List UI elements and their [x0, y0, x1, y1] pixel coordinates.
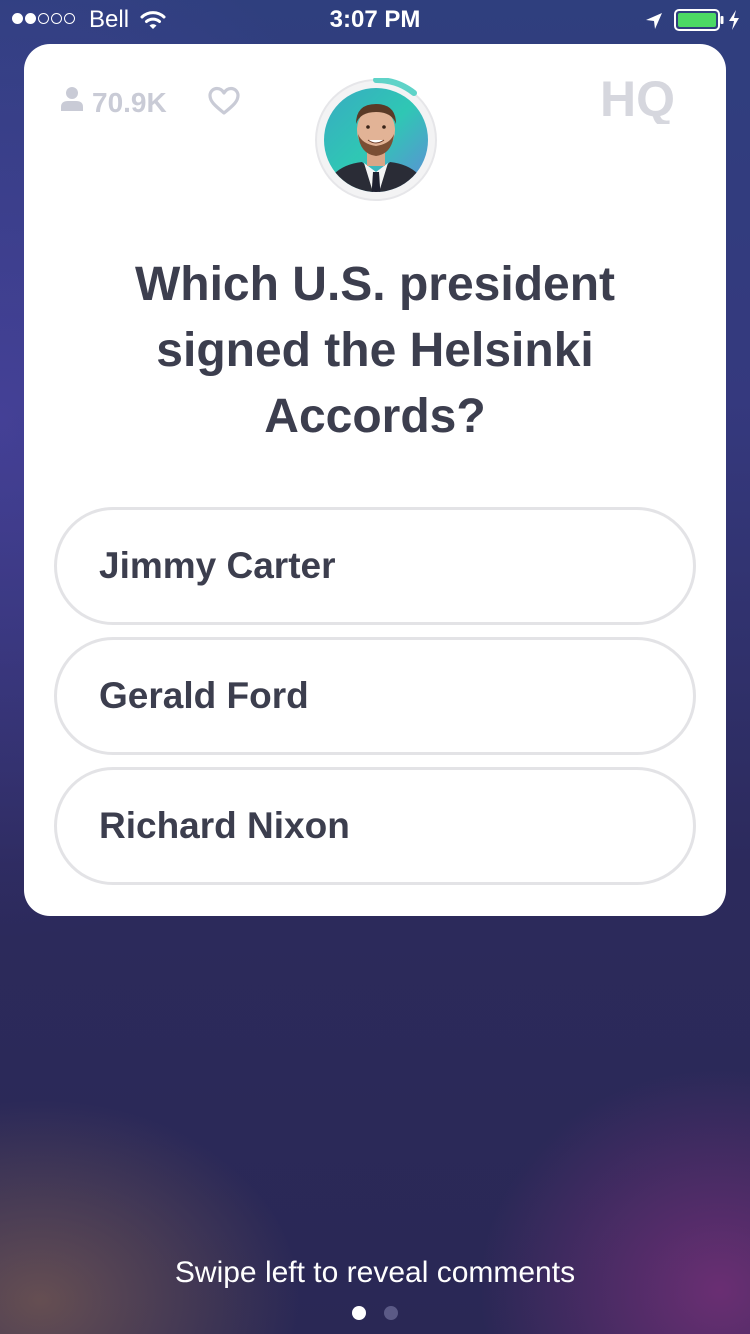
- charging-bolt-icon: [728, 9, 740, 38]
- answer-label: Gerald Ford: [99, 675, 309, 716]
- answer-option[interactable]: Jimmy Carter: [54, 507, 696, 625]
- heart-icon[interactable]: [208, 86, 240, 121]
- status-bar: Bell 3:07 PM: [0, 0, 750, 40]
- answer-option[interactable]: Gerald Ford: [54, 637, 696, 755]
- page-dot-active: [352, 1306, 366, 1320]
- answer-label: Richard Nixon: [99, 805, 350, 846]
- page-indicator[interactable]: [352, 1306, 398, 1320]
- battery-icon: [674, 9, 724, 38]
- person-icon: [60, 86, 84, 119]
- location-arrow-icon: [644, 10, 664, 38]
- question-text: Which U.S. president signed the Helsinki…: [134, 258, 616, 443]
- answer-option[interactable]: Richard Nixon: [54, 767, 696, 885]
- answer-label: Jimmy Carter: [99, 545, 336, 586]
- hq-logo: HQ: [600, 71, 692, 129]
- host-avatar: [314, 76, 438, 202]
- viewer-count-label: 70.9K: [92, 86, 167, 118]
- question-card: 70.9K HQ Which U.S. president signed the…: [24, 44, 726, 916]
- page-dot: [384, 1306, 398, 1320]
- status-time: 3:07 PM: [329, 6, 421, 33]
- swipe-hint: Swipe left to reveal comments: [174, 1256, 576, 1289]
- viewer-count: 70.9K: [60, 86, 167, 119]
- svg-text:HQ: HQ: [600, 72, 675, 124]
